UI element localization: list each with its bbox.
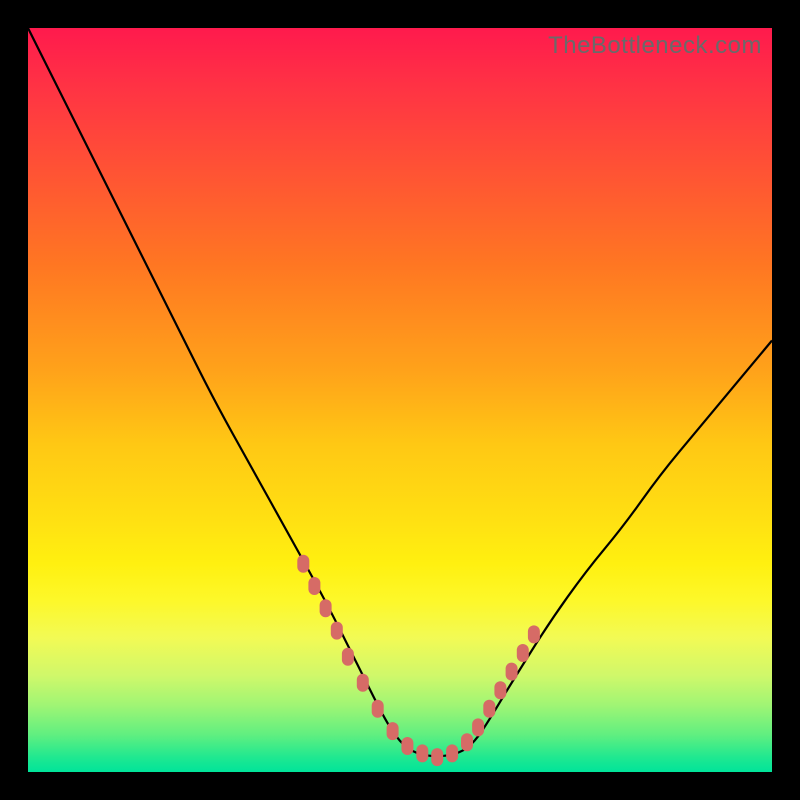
highlight-point — [331, 622, 343, 640]
highlight-point — [528, 625, 540, 643]
highlight-point — [461, 733, 473, 751]
highlight-point — [372, 700, 384, 718]
highlight-point — [416, 744, 428, 762]
highlight-point — [387, 722, 399, 740]
plot-area: TheBottleneck.com — [28, 28, 772, 772]
highlight-point — [320, 599, 332, 617]
highlight-point — [517, 644, 529, 662]
highlight-points-group — [297, 555, 540, 766]
highlight-point — [431, 748, 443, 766]
watermark-text: TheBottleneck.com — [548, 32, 762, 60]
highlight-point — [308, 577, 320, 595]
highlight-points-layer — [28, 28, 772, 772]
highlight-point — [506, 663, 518, 681]
highlight-point — [401, 737, 413, 755]
highlight-point — [297, 555, 309, 573]
highlight-point — [494, 681, 506, 699]
highlight-point — [342, 648, 354, 666]
highlight-point — [357, 674, 369, 692]
chart-container: TheBottleneck.com — [0, 0, 800, 800]
highlight-point — [446, 744, 458, 762]
highlight-point — [483, 700, 495, 718]
highlight-point — [472, 718, 484, 736]
